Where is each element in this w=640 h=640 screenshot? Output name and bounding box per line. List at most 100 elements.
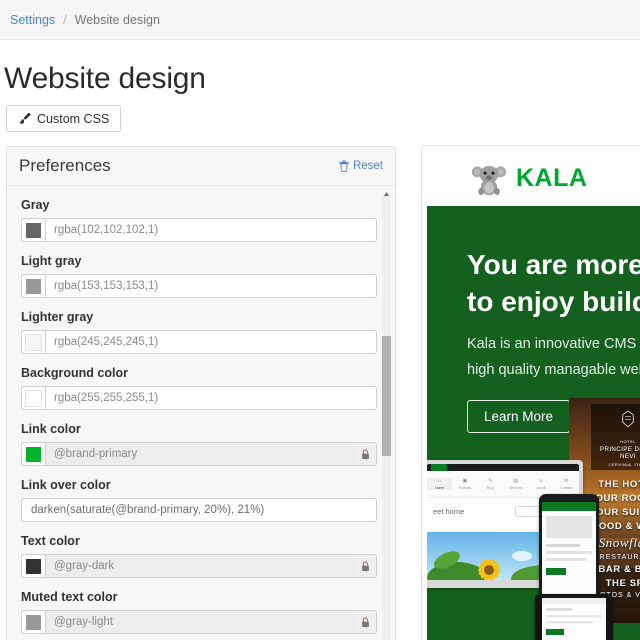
home-icon: ⌂ (438, 477, 442, 484)
preference-field-label: Link color (21, 422, 81, 436)
reset-button[interactable]: Reset (339, 160, 383, 172)
tablet-screen (542, 598, 606, 640)
color-swatch-button[interactable] (21, 386, 45, 410)
page-title: Website design (4, 62, 206, 95)
preference-input-group: rgba(102,102,102,1) (21, 218, 377, 242)
laptop-nav-label: About (536, 485, 546, 490)
preference-field: Muted text color @gray-light (21, 590, 377, 634)
laptop-headline: eet home (433, 506, 465, 516)
preference-input-group: @gray-light (21, 610, 377, 634)
custom-css-label: Custom CSS (37, 111, 110, 126)
reset-label: Reset (352, 160, 383, 172)
hero-paragraph-line1: Kala is an innovative CMS to create (467, 336, 640, 353)
user-icon: ☺ (538, 477, 544, 484)
custom-css-button[interactable]: Custom CSS (6, 105, 122, 132)
preference-value-input[interactable]: rgba(255,255,255,1) (45, 386, 377, 410)
preference-field: Background color rgba(255,255,255,1) (21, 366, 377, 410)
preview-navbar: KALA (427, 151, 640, 206)
tablet-mockup (535, 594, 613, 640)
lock-toggle-button[interactable] (355, 554, 377, 578)
preference-field: Link over color darken(saturate(@brand-pr… (21, 478, 377, 522)
preference-input-group: @gray-dark (21, 554, 377, 578)
preference-value-input[interactable]: @gray-dark (45, 554, 355, 578)
preferences-scrollbar[interactable] (382, 196, 391, 640)
color-swatch (25, 389, 42, 407)
preference-input-group: rgba(153,153,153,1) (21, 274, 377, 298)
preference-value-input[interactable]: rgba(245,245,245,1) (45, 330, 377, 354)
preference-input-group: rgba(245,245,245,1) (21, 330, 377, 354)
phone-screen (542, 502, 596, 598)
color-swatch (26, 614, 41, 630)
laptop-nav-item[interactable]: ✎ Blog (478, 478, 503, 491)
preference-field: Lighter gray rgba(245,245,245,1) (21, 310, 377, 354)
preference-field: Text color @gray-dark (21, 534, 377, 578)
lock-icon (362, 448, 369, 459)
lock-icon (362, 616, 369, 627)
color-swatch (26, 446, 41, 462)
color-swatch-button[interactable] (21, 610, 45, 634)
preview-brand-name: KALA (516, 164, 588, 192)
preference-value-input[interactable]: @brand-primary (45, 442, 355, 466)
lock-toggle-button[interactable] (355, 610, 377, 634)
preference-value-input[interactable]: rgba(102,102,102,1) (45, 218, 377, 242)
lock-icon (362, 560, 369, 571)
color-swatch-button[interactable] (21, 554, 45, 578)
preference-value-input[interactable]: darken(saturate(@brand-primary, 20%), 21… (21, 498, 377, 522)
preference-input-group: darken(saturate(@brand-primary, 20%), 21… (21, 498, 377, 522)
grid-icon: ▤ (513, 477, 519, 484)
laptop-active-tab (431, 464, 447, 471)
laptop-nav-label: Home (435, 485, 445, 490)
color-swatch (26, 278, 41, 294)
preference-field-label: Background color (21, 366, 128, 380)
preference-value-input[interactable]: @gray-light (45, 610, 355, 634)
color-swatch (26, 558, 41, 574)
laptop-nav-label: Portfolio (458, 485, 472, 490)
laptop-nav-item[interactable]: ⌂ Home (427, 477, 453, 491)
preference-field-label: Link over color (21, 478, 111, 492)
color-swatch-button[interactable] (21, 442, 45, 466)
laptop-nav-item[interactable]: ☺ About (528, 478, 553, 491)
scroll-up-arrow[interactable] (382, 186, 391, 196)
trash-icon (339, 160, 349, 172)
preference-field-label: Text color (21, 534, 80, 548)
preferences-panel: Preferences Reset Gray rgba(102,102,102,1… (6, 146, 396, 640)
preference-input-group: rgba(255,255,255,1) (21, 386, 377, 410)
color-swatch-button[interactable] (21, 218, 45, 242)
preference-value-input[interactable]: rgba(153,153,153,1) (45, 274, 377, 298)
scrollbar-thumb[interactable] (382, 336, 391, 456)
preference-field: Light gray rgba(153,153,153,1) (21, 254, 377, 298)
camera-icon: ▣ (462, 477, 468, 484)
laptop-nav-label: Services (509, 485, 523, 490)
koala-icon (471, 162, 507, 196)
hotel-crest: HOTEL PRINCIPE DELLE NEVI CERVINIA, ITAL… (591, 404, 640, 470)
color-swatch-button[interactable] (21, 274, 45, 298)
laptop-nav-item[interactable]: ✉ Contact (554, 478, 579, 491)
laptop-nav-item[interactable]: ▤ Services (503, 478, 528, 491)
laptop-nav-item[interactable]: ▣ Portfolio (452, 478, 477, 491)
preferences-header: Preferences Reset (7, 147, 395, 186)
device-mockups: HOTEL PRINCIPE DELLE NEVI CERVINIA, ITAL… (427, 398, 640, 640)
hero-paragraph-line2: high quality managable websites (467, 361, 640, 378)
website-design-page: Settings / Website design Website design… (0, 0, 640, 640)
pencil-icon: ✎ (488, 477, 493, 484)
hotel-crest-name: PRINCIPE DELLE NEVI (599, 446, 640, 460)
preference-input-group: @brand-primary (21, 442, 377, 466)
laptop-nav-label: Blog (486, 485, 494, 490)
breadcrumb-link-settings[interactable]: Settings (10, 13, 55, 27)
preference-field-label: Light gray (21, 254, 82, 268)
hotel-crest-place: CERVINIA, ITALY (608, 462, 640, 467)
hero-heading-line2: to enjoy building (467, 286, 640, 318)
preference-field: Link color @brand-primary (21, 422, 377, 466)
preference-field-label: Lighter gray (21, 310, 94, 324)
breadcrumb: Settings / Website design (0, 0, 640, 40)
laptop-nav-label: Contact (560, 485, 573, 490)
mail-icon: ✉ (564, 477, 569, 484)
color-swatch (26, 222, 41, 238)
lock-toggle-button[interactable] (355, 442, 377, 466)
phone-mockup (539, 494, 599, 606)
preference-field-label: Gray (21, 198, 50, 212)
color-swatch-button[interactable] (21, 330, 45, 354)
website-preview-panel: KALA You are more likely to enjoy buildi… (421, 145, 640, 640)
preview-viewport: KALA You are more likely to enjoy buildi… (427, 151, 640, 640)
preference-field-label: Muted text color (21, 590, 118, 604)
